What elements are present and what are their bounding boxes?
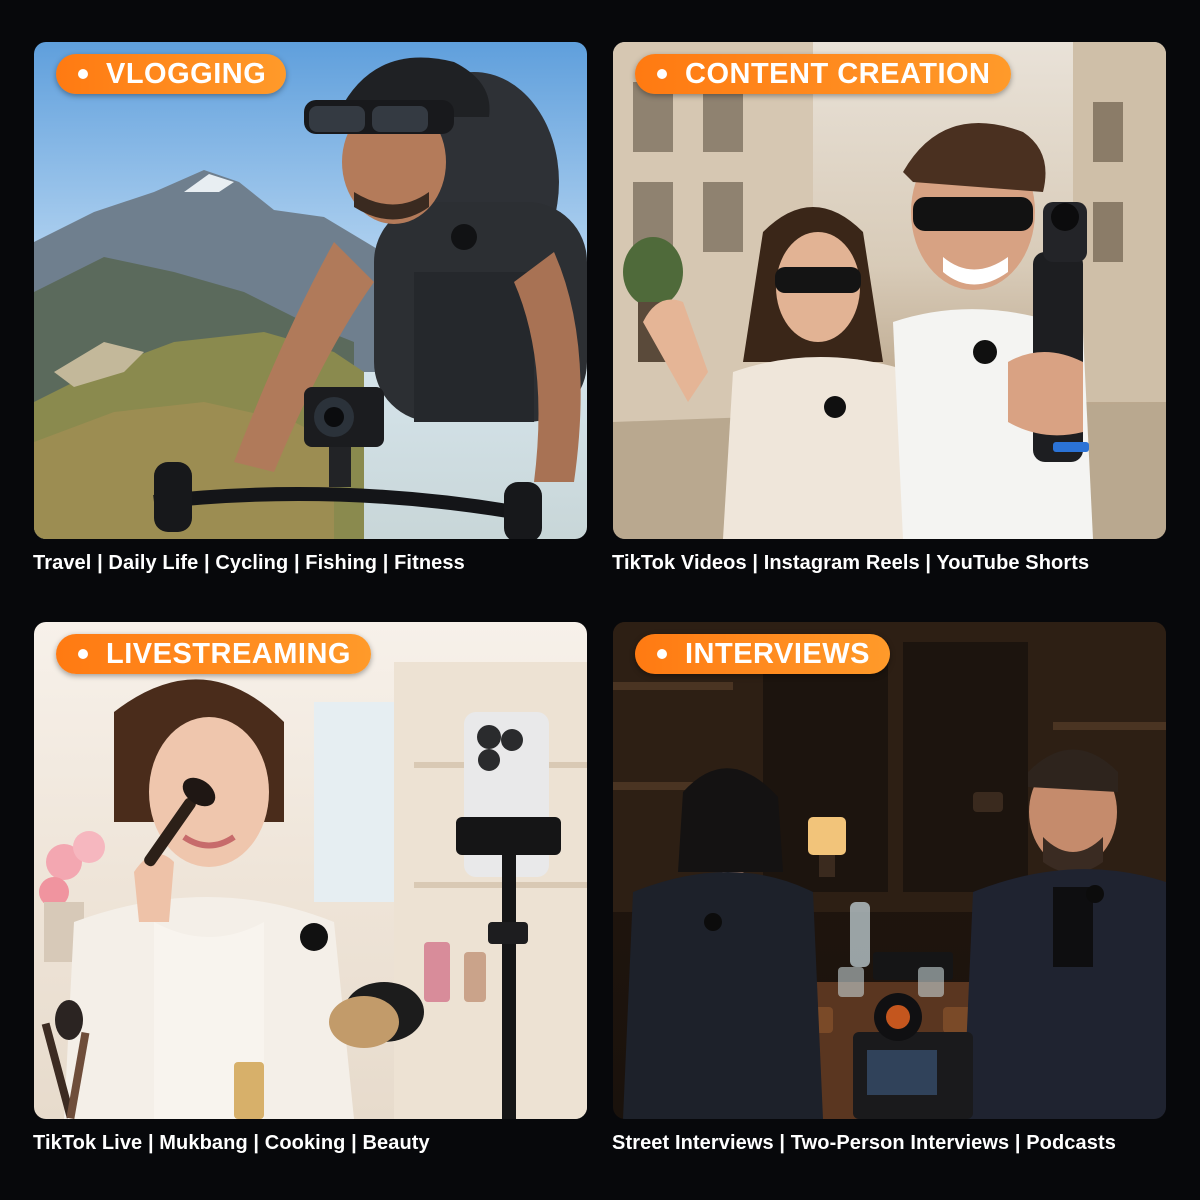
badge-dot-icon [78,649,88,659]
livestreaming-panel: LIVESTREAMING [34,622,587,1119]
interviews-badge-label: INTERVIEWS [685,637,870,670]
cyclist-scene-image [34,42,587,539]
vlogging-badge-label: VLOGGING [106,57,267,90]
vlogging-panel: VLOGGING [34,42,587,539]
vlogging-badge: VLOGGING [56,54,287,94]
vlogging-caption: Travel | Daily Life | Cycling | Fishing … [33,552,465,574]
content-creation-panel: CONTENT CREATION [613,42,1166,539]
interview-scene-image [613,622,1166,1119]
interviews-badge: INTERVIEWS [635,634,890,674]
interviews-caption: Street Interviews | Two-Person Interview… [612,1132,1116,1154]
couple-scene-image [613,42,1166,539]
interviews-panel: INTERVIEWS [613,622,1166,1119]
content-creation-badge-label: CONTENT CREATION [685,57,991,90]
livestreaming-badge-label: LIVESTREAMING [106,637,351,670]
content-creation-badge: CONTENT CREATION [635,54,1011,94]
content-creation-caption: TikTok Videos | Instagram Reels | YouTub… [612,552,1090,574]
badge-dot-icon [78,69,88,79]
livestreaming-badge: LIVESTREAMING [56,634,371,674]
badge-dot-icon [657,649,667,659]
makeup-scene-image [34,622,587,1119]
badge-dot-icon [657,69,667,79]
livestreaming-caption: TikTok Live | Mukbang | Cooking | Beauty [33,1132,430,1154]
